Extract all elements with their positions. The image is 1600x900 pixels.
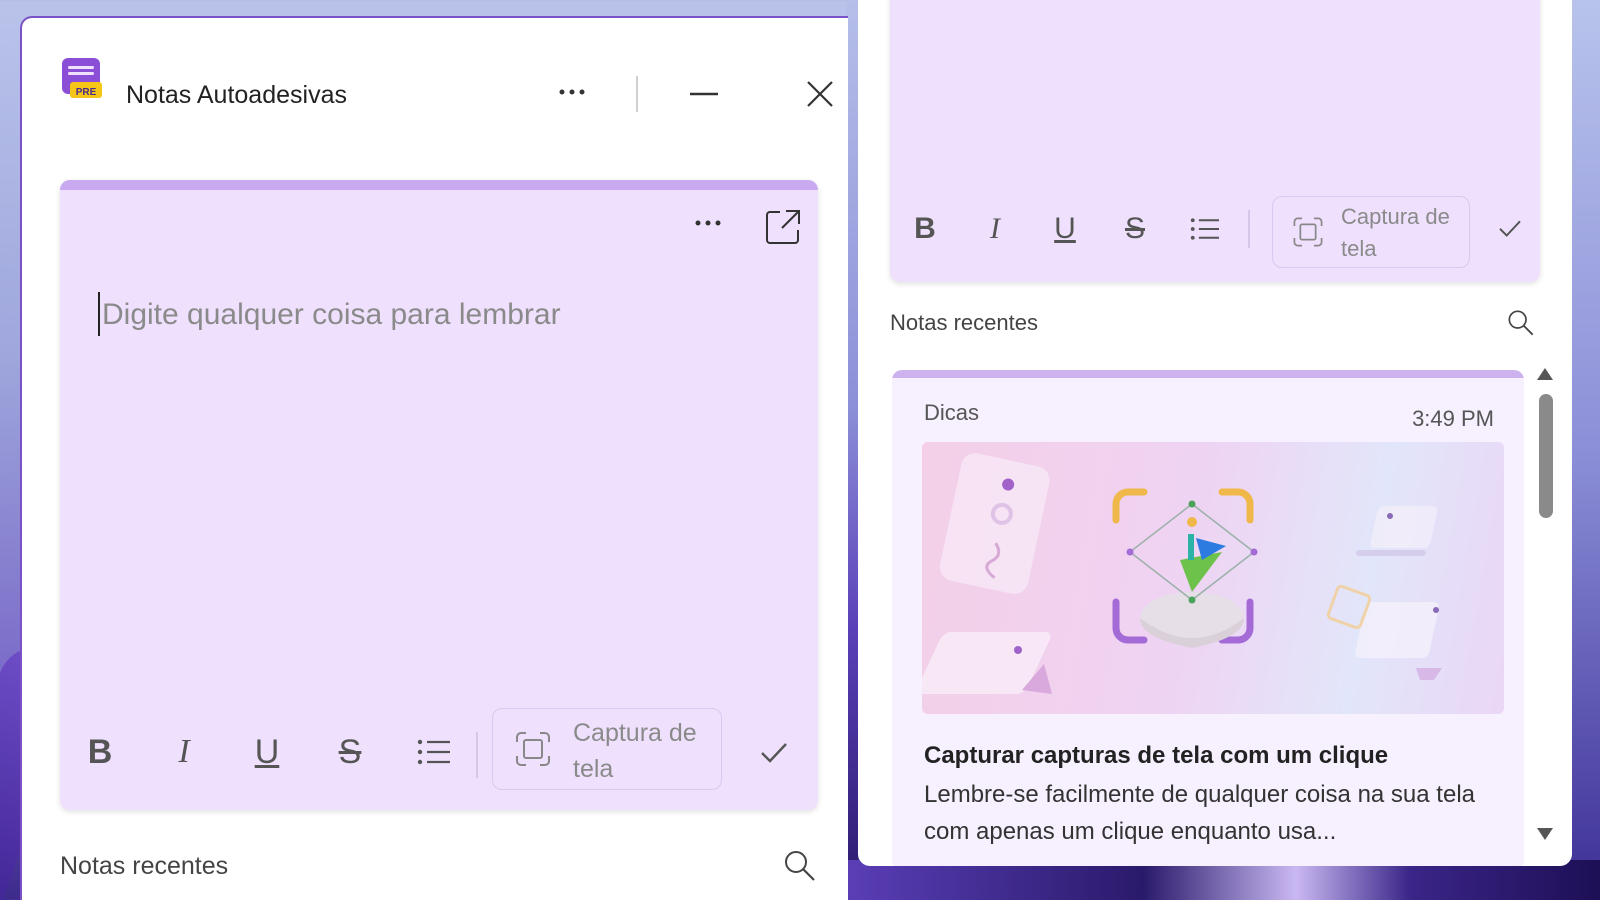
formatting-toolbar: B I U S Captura de tela bbox=[890, 196, 1540, 276]
toolbar-divider bbox=[476, 732, 478, 778]
sticky-notes-window: PRE Notas Autoadesivas Digite qualquer c… bbox=[20, 16, 848, 900]
search-icon bbox=[1508, 310, 1534, 336]
note-timestamp: 3:49 PM bbox=[1412, 406, 1494, 431]
toolbar-divider bbox=[1248, 210, 1250, 248]
recent-note-card[interactable]: Dicas 3:49 PM Capturar capturas de tela … bbox=[892, 370, 1524, 866]
note-more-button[interactable] bbox=[688, 208, 728, 238]
more-horizontal-icon bbox=[559, 89, 585, 95]
formatting-toolbar: B I U S Captura de tela bbox=[60, 708, 818, 798]
screenshot-label: Captura de tela bbox=[573, 719, 697, 783]
minimize-button[interactable] bbox=[682, 76, 726, 112]
wallpaper-bottom bbox=[840, 860, 1600, 900]
bullet-list-button[interactable] bbox=[410, 728, 458, 776]
search-button[interactable] bbox=[782, 848, 818, 884]
scrollbar-thumb[interactable] bbox=[1539, 394, 1553, 518]
more-options-button[interactable] bbox=[552, 74, 592, 110]
more-horizontal-icon bbox=[695, 220, 721, 226]
note-text-input[interactable]: Digite qualquer coisa para lembrar bbox=[102, 296, 561, 334]
underline-button[interactable]: U bbox=[243, 728, 291, 776]
sticky-notes-window-secondary: B I U S Captura de tela Notas recentes D… bbox=[858, 0, 1572, 866]
note-color-bar bbox=[892, 370, 1524, 378]
confirm-button[interactable] bbox=[1490, 208, 1530, 248]
minimize-icon bbox=[690, 92, 718, 96]
sticky-notes-icon: PRE bbox=[62, 58, 102, 98]
bullet-list-icon bbox=[417, 739, 450, 765]
bullet-list-icon bbox=[1190, 218, 1219, 240]
recent-notes-label: Notas recentes bbox=[890, 310, 1038, 335]
scrollbar[interactable] bbox=[1534, 368, 1556, 848]
bullet-list-button[interactable] bbox=[1184, 208, 1226, 250]
search-icon bbox=[785, 851, 815, 881]
scroll-up-arrow-icon[interactable] bbox=[1537, 368, 1553, 380]
strikethrough-button[interactable]: S bbox=[326, 728, 374, 776]
app-title: Notas Autoadesivas bbox=[126, 81, 347, 109]
confirm-button[interactable] bbox=[750, 728, 798, 776]
bold-button[interactable]: B bbox=[904, 208, 946, 250]
screenshot-tip-illustration bbox=[922, 442, 1504, 714]
italic-button[interactable]: I bbox=[974, 208, 1016, 250]
close-button[interactable] bbox=[800, 74, 840, 114]
open-in-new-window-icon bbox=[766, 210, 800, 244]
note-editor: Digite qualquer coisa para lembrar B I U… bbox=[60, 180, 818, 810]
screenshot-label: Captura de tela bbox=[1341, 204, 1450, 261]
open-note-button[interactable] bbox=[764, 208, 802, 246]
note-title: Capturar capturas de tela com um clique bbox=[924, 742, 1389, 769]
scroll-down-arrow-icon[interactable] bbox=[1537, 828, 1553, 840]
note-tag: Dicas bbox=[924, 400, 980, 425]
checkmark-icon bbox=[1499, 220, 1521, 237]
title-bar[interactable]: PRE Notas Autoadesivas bbox=[22, 18, 848, 138]
screenshot-icon bbox=[1291, 215, 1325, 249]
app-icon-badge: PRE bbox=[76, 87, 97, 98]
underline-button[interactable]: U bbox=[1044, 208, 1086, 250]
screenshot-icon bbox=[513, 729, 553, 769]
search-button[interactable] bbox=[1506, 308, 1536, 338]
strikethrough-button[interactable]: S bbox=[1114, 208, 1156, 250]
wallpaper-strip-right bbox=[1572, 0, 1600, 900]
close-icon bbox=[807, 81, 833, 107]
screenshot-button[interactable]: Captura de tela bbox=[492, 708, 722, 790]
screenshot-button[interactable]: Captura de tela bbox=[1272, 196, 1470, 268]
note-body: Lembre-se facilmente de qualquer coisa n… bbox=[924, 781, 1475, 845]
text-cursor bbox=[98, 292, 100, 336]
bold-button[interactable]: B bbox=[76, 728, 124, 776]
note-color-bar bbox=[60, 180, 818, 190]
title-bar-divider bbox=[636, 76, 638, 112]
recent-notes-label: Notas recentes bbox=[60, 852, 229, 880]
note-editor: B I U S Captura de tela bbox=[890, 0, 1540, 282]
italic-button[interactable]: I bbox=[160, 728, 208, 776]
checkmark-icon bbox=[761, 743, 787, 763]
